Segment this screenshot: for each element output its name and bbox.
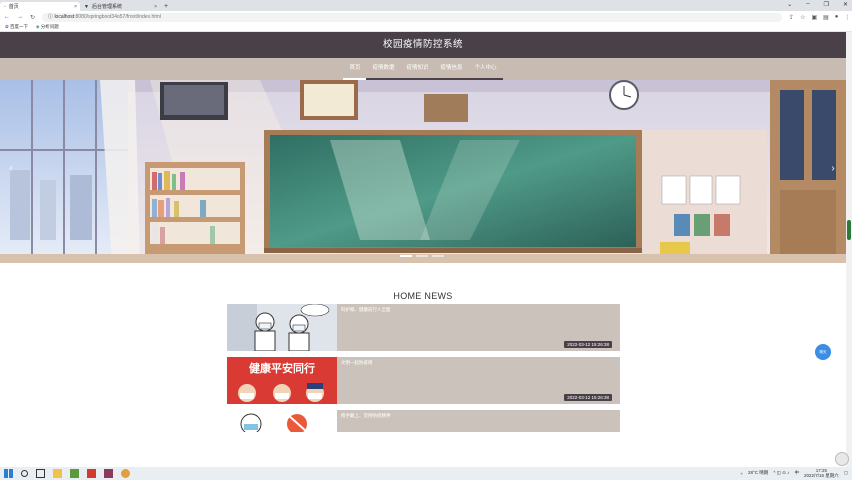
news-thumbnail: 健康平安同行 — [227, 357, 337, 404]
windows-start-icon[interactable] — [4, 469, 13, 478]
toolbar-icons: ⇪ ☆ ▣ ▤ ● ⋮ — [789, 14, 850, 21]
ide-icon[interactable] — [104, 469, 113, 478]
tab-search-icon[interactable]: ⌄ — [787, 1, 792, 8]
extension-icon[interactable]: ▣ — [811, 14, 817, 21]
banner-dot[interactable] — [432, 255, 444, 257]
forward-icon[interactable]: → — [17, 14, 23, 20]
page-icon: ◦ — [4, 3, 6, 10]
browser-tab-home[interactable]: ◦ 首页 × — [0, 2, 80, 11]
app-icon[interactable] — [70, 469, 79, 478]
window-controls: ⌄ – ❐ ✕ — [787, 1, 848, 8]
address-toolbar: ← → ↻ ⓘ localhost:8080/springboot34o57/f… — [0, 11, 852, 23]
banner-prev-arrow[interactable]: ‹ — [6, 162, 16, 176]
news-title[interactable]: 携手戴上、坚持防疫精神 — [341, 413, 391, 419]
banner-dot[interactable] — [416, 255, 428, 257]
minimize-icon[interactable]: – — [806, 1, 809, 8]
page-scrollbar[interactable] — [846, 32, 852, 467]
profile-icon[interactable]: ● — [835, 14, 839, 21]
weather-text[interactable]: 28°C 晴朗 — [748, 470, 768, 476]
main-nav: 首页 疫情数据 疫情知识 疫情信息 个人中心 — [0, 58, 846, 80]
paw-icon: ✿ — [5, 24, 9, 29]
tab-title: 首页 — [8, 4, 19, 10]
back-icon[interactable]: ← — [4, 14, 10, 20]
banner-dot[interactable] — [400, 255, 412, 257]
close-window-icon[interactable]: ✕ — [843, 1, 848, 8]
news-list: 科护察、健康前行人全面 2022-03-12 15:26:38 健康平安同行 文… — [227, 304, 620, 438]
task-view-icon[interactable] — [36, 469, 45, 478]
chrome-icon[interactable] — [121, 469, 130, 478]
news-thumbnail — [227, 304, 337, 351]
folder-icon: ◆ — [36, 24, 40, 29]
page-icon: ▼ — [84, 3, 89, 10]
browser-tab-admin[interactable]: ▼ 后台管理系统 × — [80, 2, 160, 11]
search-icon[interactable] — [21, 470, 28, 477]
sidebar-icon[interactable]: ▤ — [823, 14, 829, 21]
assistant-avatar-button[interactable] — [835, 452, 849, 466]
menu-icon[interactable]: ⋮ — [844, 14, 850, 21]
os-taskbar: ● 28°C 晴朗 ^ ◫ ⊙ ♪ 中 17:25 2022/7/16 星期六 … — [0, 467, 852, 480]
clock-date: 2022/7/16 星期六 — [803, 473, 839, 478]
nav-epidemic-data[interactable]: 疫情数据 — [366, 58, 401, 80]
news-date: 2022-03-12 15:26:38 — [564, 394, 612, 401]
share-icon[interactable]: ⇪ — [789, 14, 794, 21]
nav-epidemic-knowledge[interactable]: 疫情知识 — [400, 58, 435, 80]
site-header: 校园疫情防控系统 — [0, 32, 846, 58]
new-tab-button[interactable]: + — [164, 2, 168, 11]
reload-icon[interactable]: ↻ — [30, 14, 35, 21]
info-icon[interactable]: ⓘ — [48, 14, 53, 20]
chat-float-button[interactable]: 聊天 — [815, 344, 831, 360]
url-host: localhost — [54, 13, 75, 20]
system-tray: ● 28°C 晴朗 ^ ◫ ⊙ ♪ 中 17:25 2022/7/16 星期六 … — [740, 468, 848, 478]
thumb-text: 健康平安同行 — [249, 361, 315, 375]
bookmark-item[interactable]: ✿ 百度一下 — [5, 24, 28, 30]
news-heading-en: HOME NEWS — [393, 291, 453, 301]
bookmark-item[interactable]: ◆ 分析问题 — [36, 24, 59, 30]
maximize-icon[interactable]: ❐ — [824, 1, 829, 8]
news-title[interactable]: 科护察、健康前行人全面 — [341, 307, 391, 313]
tray-icons[interactable]: ^ ◫ ⊙ ♪ — [773, 470, 789, 476]
news-thumbnail — [227, 410, 337, 432]
clock[interactable]: 17:25 2022/7/16 星期六 — [804, 468, 839, 478]
file-explorer-icon[interactable] — [53, 469, 62, 478]
news-date: 2022-03-12 15:26:38 — [564, 341, 612, 348]
tab-title: 后台管理系统 — [91, 4, 122, 10]
news-item[interactable]: 科护察、健康前行人全面 2022-03-12 15:26:38 — [227, 304, 620, 351]
banner-carousel[interactable]: ‹ › — [0, 80, 846, 263]
site-title: 校园疫情防控系统 — [382, 39, 463, 50]
close-tab-icon[interactable]: × — [74, 4, 77, 10]
classroom-illustration — [0, 80, 846, 263]
url-path: :8080/springboot34o57/front/index.html — [74, 13, 161, 20]
banner-indicators — [400, 255, 444, 257]
notification-icon[interactable]: ▢ — [844, 470, 848, 476]
nav-home[interactable]: 首页 — [343, 58, 367, 80]
scrollbar-thumb[interactable] — [847, 220, 851, 240]
news-item[interactable]: 携手戴上、坚持防疫精神 — [227, 410, 620, 432]
star-icon[interactable]: ☆ — [800, 14, 805, 21]
close-tab-icon[interactable]: × — [154, 4, 157, 10]
input-language[interactable]: 中 — [794, 470, 799, 476]
wps-icon[interactable] — [87, 469, 96, 478]
banner-next-arrow[interactable]: › — [828, 162, 838, 176]
url-field[interactable]: ⓘ localhost:8080/springboot34o57/front/i… — [42, 12, 783, 22]
news-title[interactable]: 文明一起防疫情 — [341, 360, 373, 366]
browser-tab-bar: ◦ 首页 × ▼ 后台管理系统 × + ⌄ – ❐ ✕ — [0, 0, 852, 11]
nav-personal-center[interactable]: 个人中心 — [468, 58, 503, 80]
nav-epidemic-info[interactable]: 疫情信息 — [434, 58, 469, 80]
bookmarks-bar: ✿ 百度一下 ◆ 分析问题 — [0, 23, 852, 32]
news-item[interactable]: 健康平安同行 文明一起防疫情 2022-03-12 15:26:38 — [227, 357, 620, 404]
weather-icon: ● — [740, 470, 743, 476]
